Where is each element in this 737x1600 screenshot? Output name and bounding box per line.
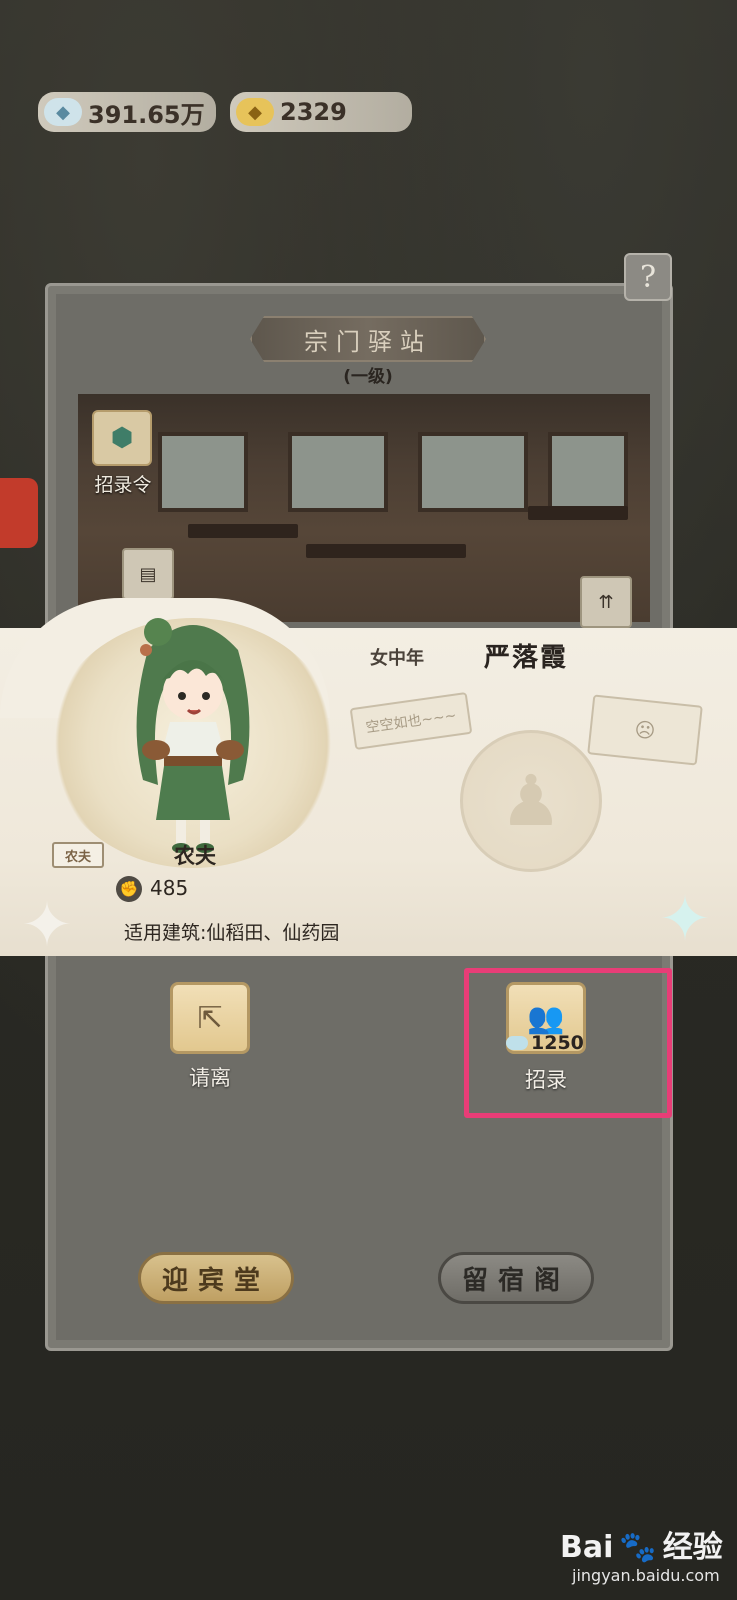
side-event-badge[interactable] xyxy=(0,478,38,548)
silver-ingot-icon: ◆ xyxy=(44,98,82,126)
highlight-box xyxy=(464,968,672,1118)
scene-table xyxy=(528,506,628,520)
role-name: 农夫 xyxy=(174,844,216,868)
suitable-buildings: 适用建筑:仙稻田、仙药园 xyxy=(124,922,340,944)
prev-arrow-icon[interactable]: ✦ xyxy=(12,884,82,964)
gold-value: 2329 xyxy=(280,98,347,126)
character-portrait xyxy=(136,618,250,853)
help-button[interactable]: ? xyxy=(624,253,672,301)
character-name: 严落霞 xyxy=(484,643,569,673)
scene-window xyxy=(548,432,628,512)
watermark-url: jingyan.baidu.com xyxy=(572,1566,720,1585)
guest-hall-button[interactable]: 迎宾堂 xyxy=(138,1252,294,1304)
power-value: 485 xyxy=(150,876,189,900)
silver-value: 391.65万 xyxy=(88,100,205,129)
recruit-token-label: 招录令 xyxy=(94,474,152,496)
watermark-brand: Bai xyxy=(560,1530,614,1565)
watermark-brand2: 经验 xyxy=(662,1530,723,1565)
scene-window xyxy=(288,432,388,512)
character-card xyxy=(0,598,737,956)
silver-currency: ◆ 391.65万 xyxy=(38,92,216,132)
panel-level: (一级) xyxy=(343,367,393,387)
scene-table xyxy=(306,544,466,558)
dismiss-label: 请离 xyxy=(189,1066,231,1090)
mood-bubble-icon: ☹ xyxy=(587,694,703,766)
gold-currency: ◆ 2329 xyxy=(230,92,412,132)
gender-age: 女中年 xyxy=(370,648,424,669)
role-badge: 农夫 xyxy=(52,842,104,868)
gold-ingot-icon: ◆ xyxy=(236,98,274,126)
fist-icon: ✊ xyxy=(116,876,142,902)
scroll-icon[interactable]: ▤ xyxy=(122,548,174,600)
paw-icon: 🐾 xyxy=(619,1530,657,1565)
inn-pavilion-button[interactable]: 留宿阁 xyxy=(438,1252,594,1304)
scene-window xyxy=(158,432,248,512)
meditation-icon: ♟ xyxy=(460,730,602,872)
exit-door-icon: ⇱ xyxy=(197,1000,223,1036)
dismiss-button[interactable]: ⇱ xyxy=(170,982,250,1054)
next-arrow-icon[interactable]: ✦ xyxy=(650,878,720,958)
recruit-token-icon[interactable]: ⬢ xyxy=(92,410,152,466)
panel-title: 宗门驿站 xyxy=(250,316,486,362)
scene-table xyxy=(188,524,298,538)
baidu-watermark: Bai 🐾 经验 xyxy=(560,1522,723,1566)
scene-window xyxy=(418,432,528,512)
